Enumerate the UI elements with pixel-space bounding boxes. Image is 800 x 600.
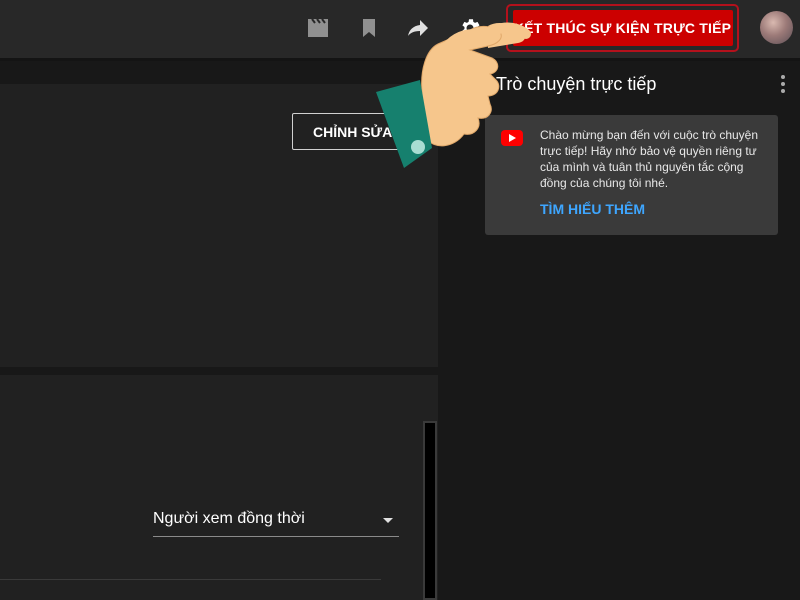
end-live-event-button[interactable]: KẾT THÚC SỰ KIỆN TRỰC TIẾP bbox=[506, 4, 739, 52]
chat-welcome-card: Chào mừng bạn đến với cuộc trò chuyện tr… bbox=[485, 115, 778, 235]
edit-button-label: CHỈNH SỬA bbox=[313, 123, 393, 140]
concurrent-viewers-dropdown[interactable]: Người xem đồng thời bbox=[153, 506, 399, 537]
welcome-message: Chào mừng bạn đến với cuộc trò chuyện tr… bbox=[540, 128, 759, 190]
more-options-icon[interactable] bbox=[780, 75, 786, 93]
share-icon[interactable] bbox=[405, 15, 431, 41]
gear-icon[interactable] bbox=[457, 15, 483, 41]
bookmark-icon[interactable] bbox=[356, 15, 382, 41]
learn-more-link[interactable]: TÌM HIỂU THÊM bbox=[540, 201, 645, 217]
youtube-logo-icon bbox=[501, 130, 523, 146]
chat-title: Trò chuyện trực tiếp bbox=[496, 74, 657, 94]
chat-header: Trò chuyện trực tiếp bbox=[462, 61, 800, 107]
top-bar: KẾT THÚC SỰ KIỆN TRỰC TIẾP bbox=[0, 0, 800, 58]
scrollbar[interactable] bbox=[423, 421, 437, 600]
edit-button[interactable]: CHỈNH SỬA bbox=[292, 113, 412, 150]
divider bbox=[0, 579, 381, 580]
clapperboard-icon[interactable] bbox=[305, 15, 331, 41]
dropdown-label: Người xem đồng thời bbox=[153, 510, 305, 527]
avatar[interactable] bbox=[760, 11, 793, 44]
caret-down-icon bbox=[383, 518, 393, 523]
analytics-panel bbox=[0, 375, 438, 600]
end-live-event-label: KẾT THÚC SỰ KIỆN TRỰC TIẾP bbox=[512, 10, 733, 46]
